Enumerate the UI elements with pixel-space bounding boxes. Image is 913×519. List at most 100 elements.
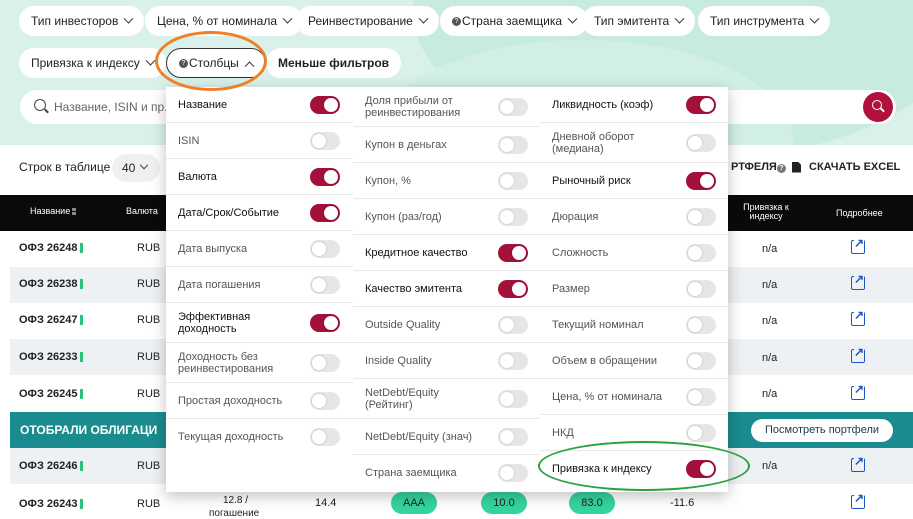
- column-option[interactable]: NetDebt/Equity (Рейтинг): [353, 379, 540, 419]
- toggle-switch[interactable]: [310, 132, 340, 150]
- toggle-switch[interactable]: [686, 134, 716, 152]
- external-link-icon[interactable]: [851, 308, 865, 326]
- yield-cell: 14.4: [315, 497, 337, 509]
- toggle-switch[interactable]: [498, 244, 528, 262]
- toggle-switch[interactable]: [310, 276, 340, 294]
- currency-cell: RUB: [137, 278, 161, 290]
- column-option[interactable]: Купон в деньгах: [353, 127, 540, 163]
- column-option[interactable]: ISIN: [166, 123, 353, 159]
- liquidity-badge: 10.0: [481, 492, 527, 514]
- column-option[interactable]: Страна заемщика: [353, 455, 540, 491]
- column-option[interactable]: NetDebt/Equity (знач): [353, 419, 540, 455]
- column-option[interactable]: Валюта: [166, 159, 353, 195]
- toggle-switch[interactable]: [310, 428, 340, 446]
- column-option[interactable]: Цена, % от номинала: [540, 379, 728, 415]
- bond-name[interactable]: ОФЗ 26247: [19, 314, 84, 326]
- search-input[interactable]: [54, 96, 174, 118]
- toggle-switch[interactable]: [310, 240, 340, 258]
- toggle-switch[interactable]: [686, 208, 716, 226]
- column-option[interactable]: Текущая доходность: [166, 419, 353, 455]
- external-link-icon[interactable]: [851, 454, 865, 472]
- column-option[interactable]: Купон (раз/год): [353, 199, 540, 235]
- column-option[interactable]: Название: [166, 87, 353, 123]
- bond-name[interactable]: ОФЗ 26246: [19, 460, 84, 472]
- toggle-switch[interactable]: [310, 354, 340, 372]
- column-option[interactable]: Объем в обращении: [540, 343, 728, 379]
- toggle-switch[interactable]: [310, 314, 340, 332]
- toggle-switch[interactable]: [686, 96, 716, 114]
- toggle-switch[interactable]: [310, 168, 340, 186]
- column-option[interactable]: Доля прибыли от реинвестирования: [353, 87, 540, 127]
- download-excel-button[interactable]: СКАЧАТЬ EXCEL: [792, 161, 900, 173]
- toggle-switch[interactable]: [686, 460, 716, 478]
- column-option[interactable]: Простая доходность: [166, 383, 353, 419]
- toggle-switch[interactable]: [686, 316, 716, 334]
- column-option[interactable]: Дата/Срок/Событие: [166, 195, 353, 231]
- column-option[interactable]: НКД: [540, 415, 728, 451]
- toggle-switch[interactable]: [310, 96, 340, 114]
- bond-name[interactable]: ОФЗ 26245: [19, 388, 84, 400]
- toggle-switch[interactable]: [310, 204, 340, 222]
- column-option[interactable]: Купон, %: [353, 163, 540, 199]
- toggle-switch[interactable]: [498, 316, 528, 334]
- columns-button[interactable]: ? Столбцы: [166, 48, 266, 78]
- toggle-switch[interactable]: [686, 424, 716, 442]
- toggle-switch[interactable]: [498, 428, 528, 446]
- column-option[interactable]: Эффективная доходность: [166, 303, 353, 343]
- view-portfolios-button[interactable]: Посмотреть портфели: [751, 419, 894, 442]
- column-option[interactable]: Сложность: [540, 235, 728, 271]
- toggle-switch[interactable]: [686, 172, 716, 190]
- external-link-icon[interactable]: [851, 491, 865, 509]
- column-option[interactable]: Дата выпуска: [166, 231, 353, 267]
- toggle-switch[interactable]: [498, 352, 528, 370]
- toggle-switch[interactable]: [498, 208, 528, 226]
- external-link-icon[interactable]: [851, 345, 865, 363]
- filter-borrower-country[interactable]: ? Страна заемщика: [440, 6, 589, 36]
- column-option[interactable]: Дневной оборот (медиана): [540, 123, 728, 163]
- external-link-icon[interactable]: [851, 272, 865, 290]
- rows-per-page-select[interactable]: 40: [112, 154, 160, 182]
- column-header-name[interactable]: Название: [30, 206, 77, 216]
- column-option[interactable]: Текущий номинал: [540, 307, 728, 343]
- fewer-filters-button[interactable]: Меньше фильтров: [266, 48, 402, 78]
- search-submit-button[interactable]: [863, 92, 893, 122]
- filter-reinvest[interactable]: Реинвестирование: [296, 6, 439, 36]
- column-option[interactable]: Привязка к индексу: [540, 451, 728, 487]
- column-option[interactable]: Дюрация: [540, 199, 728, 235]
- toggle-switch[interactable]: [498, 172, 528, 190]
- column-option[interactable]: Ликвидность (коэф): [540, 87, 728, 123]
- column-option[interactable]: Доходность без реинвестирования: [166, 343, 353, 383]
- search-icon: [872, 100, 882, 110]
- bond-name[interactable]: ОФЗ 26233: [19, 351, 84, 363]
- toggle-switch[interactable]: [498, 390, 528, 408]
- toggle-switch[interactable]: [686, 280, 716, 298]
- toggle-switch[interactable]: [310, 392, 340, 410]
- toggle-switch[interactable]: [498, 98, 528, 116]
- toggle-switch[interactable]: [498, 464, 528, 482]
- toggle-switch[interactable]: [686, 352, 716, 370]
- column-option[interactable]: Кредитное качество: [353, 235, 540, 271]
- filter-instrument-type[interactable]: Тип инструмента: [698, 6, 831, 36]
- column-header-currency[interactable]: Валюта: [126, 206, 158, 216]
- bond-name[interactable]: ОФЗ 26238: [19, 278, 84, 290]
- filter-investor-type[interactable]: Тип инвесторов: [19, 6, 145, 36]
- filter-index-link[interactable]: Привязка к индексу: [19, 48, 166, 78]
- bond-name[interactable]: ОФЗ 26248: [19, 242, 84, 254]
- column-option[interactable]: Дата погашения: [166, 267, 353, 303]
- filter-price[interactable]: Цена, % от номинала: [145, 6, 303, 36]
- toggle-switch[interactable]: [498, 136, 528, 154]
- bond-name[interactable]: ОФЗ 26243: [19, 498, 84, 510]
- toggle-switch[interactable]: [686, 388, 716, 406]
- external-link-icon[interactable]: [851, 382, 865, 400]
- column-option[interactable]: Рыночный риск: [540, 163, 728, 199]
- toggle-switch[interactable]: [686, 244, 716, 262]
- toggle-switch[interactable]: [498, 280, 528, 298]
- portfolio-link[interactable]: РТФЕЛЯ?: [731, 161, 786, 173]
- column-option[interactable]: Качество эмитента: [353, 271, 540, 307]
- column-option[interactable]: Outside Quality: [353, 307, 540, 343]
- column-header-index-link[interactable]: Привязка к индексу: [736, 203, 796, 221]
- filter-issuer-type[interactable]: Тип эмитента: [582, 6, 696, 36]
- external-link-icon[interactable]: [851, 236, 865, 254]
- column-option[interactable]: Размер: [540, 271, 728, 307]
- column-option[interactable]: Inside Quality: [353, 343, 540, 379]
